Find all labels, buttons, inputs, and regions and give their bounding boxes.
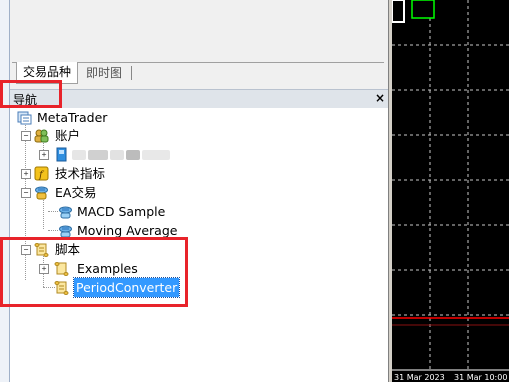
metatrader-icon	[17, 111, 32, 125]
accounts-icon	[34, 129, 49, 143]
tree-expert-label: MACD Sample	[77, 204, 166, 219]
close-icon[interactable]: ×	[375, 91, 385, 105]
tree-experts[interactable]: − EA交易	[10, 183, 210, 202]
tree-accounts[interactable]: − 账户	[10, 126, 210, 145]
market-watch-area: 交易品种 即时图	[10, 0, 388, 88]
candle-white	[392, 0, 405, 23]
tree-account-item[interactable]: +	[10, 145, 210, 164]
tab-tick-chart[interactable]: 即时图	[80, 63, 128, 83]
tree-indicators[interactable]: + f 技术指标	[10, 164, 210, 183]
indicators-icon: f	[34, 166, 49, 181]
chart-grid	[392, 0, 509, 370]
tree-root[interactable]: MetaTrader	[10, 108, 210, 127]
account-icon	[56, 147, 67, 162]
expand-icon[interactable]: +	[39, 150, 49, 160]
redacted-account	[88, 150, 108, 160]
redacted-account	[142, 150, 170, 160]
time-label: 31 Mar 10:00	[454, 373, 508, 382]
experts-icon	[35, 186, 48, 200]
tab-separator	[131, 66, 132, 80]
expert-icon	[59, 206, 72, 219]
redacted-account	[72, 150, 86, 160]
highlight-box-navigator	[0, 80, 62, 108]
collapse-icon[interactable]: −	[21, 131, 31, 141]
tree-experts-label: EA交易	[55, 185, 97, 200]
navigator-title-bar: 导航 ×	[10, 89, 388, 109]
left-panel: 交易品种 即时图 导航 × MetaTrader − 账户 + + f 技术指标…	[10, 0, 388, 382]
expand-icon[interactable]: +	[21, 169, 31, 179]
expert-icon	[59, 225, 72, 238]
collapse-icon[interactable]: −	[21, 188, 31, 198]
tree-accounts-label: 账户	[55, 128, 81, 143]
redacted-account	[110, 150, 124, 160]
chart-canvas	[392, 0, 509, 371]
redacted-account	[126, 150, 140, 160]
candle-green	[411, 0, 435, 19]
time-label: 31 Mar 2023	[394, 373, 445, 382]
window-edge	[0, 0, 10, 382]
tree-expert-item[interactable]: MACD Sample	[10, 202, 210, 221]
price-chart[interactable]: 31 Mar 2023 31 Mar 10:00	[392, 0, 509, 382]
tree-root-label: MetaTrader	[37, 110, 108, 125]
tree-indicators-label: 技术指标	[55, 166, 106, 181]
highlight-box-scripts	[0, 237, 188, 307]
